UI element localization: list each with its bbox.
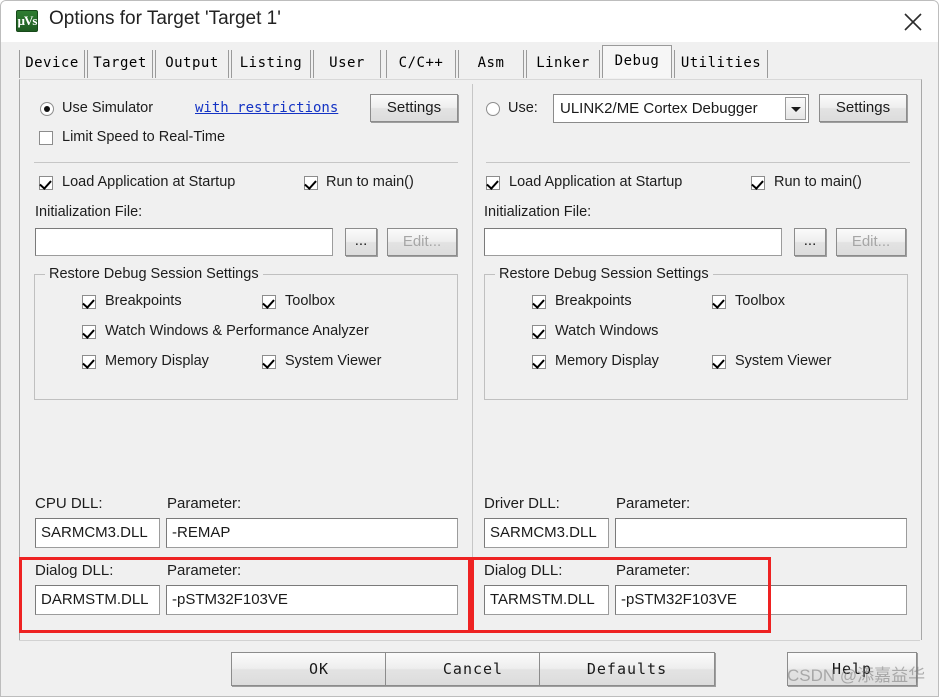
right-breakpoints-checkbox[interactable]: [532, 295, 546, 309]
right-browse-button[interactable]: ...: [794, 228, 826, 256]
right-load-app-label: Load Application at Startup: [509, 174, 683, 190]
left-dialog-parameter-input[interactable]: -pSTM32F103VE: [166, 585, 458, 615]
right-dialog-dll-label: Dialog DLL:: [484, 562, 563, 579]
tab-utilities[interactable]: Utilities: [674, 50, 768, 78]
uvision-icon-glyph: µVs: [17, 13, 38, 28]
debugger-settings-button[interactable]: Settings: [819, 94, 907, 122]
left-restore-session-group: Restore Debug Session Settings Breakpoin…: [34, 266, 458, 400]
right-init-file-label: Initialization File:: [484, 204, 592, 220]
right-system-viewer-checkbox[interactable]: [712, 355, 726, 369]
window-title: Options for Target 'Target 1': [49, 8, 281, 29]
right-init-file-input[interactable]: [484, 228, 782, 256]
left-init-file-label: Initialization File:: [35, 204, 143, 220]
right-dialog-parameter-label: Parameter:: [616, 562, 691, 579]
left-load-app-checkbox[interactable]: [39, 176, 53, 190]
debugger-select-value: ULINK2/ME Cortex Debugger: [560, 100, 758, 117]
left-dialog-parameter-label: Parameter:: [167, 562, 242, 579]
cpu-dll-input[interactable]: SARMCM3.DLL: [35, 518, 160, 548]
driver-parameter-label: Parameter:: [616, 495, 691, 512]
right-run-to-main-label: Run to main(): [774, 174, 862, 190]
right-edit-button: Edit...: [836, 228, 906, 256]
uvision-icon: µVs: [16, 10, 38, 32]
ok-button[interactable]: OK: [231, 652, 407, 686]
debugger-select[interactable]: ULINK2/ME Cortex Debugger: [553, 94, 809, 123]
tab-debug[interactable]: Debug: [602, 45, 672, 78]
use-simulator-radio[interactable]: [40, 102, 54, 116]
left-edit-button: Edit...: [387, 228, 457, 256]
limit-speed-label: Limit Speed to Real-Time: [62, 129, 226, 145]
right-memory-display-label: Memory Display: [555, 353, 659, 369]
right-system-viewer-label: System Viewer: [735, 353, 832, 369]
driver-dll-input[interactable]: SARMCM3.DLL: [484, 518, 609, 548]
tab-listing[interactable]: Listing: [231, 50, 311, 78]
cpu-parameter-label: Parameter:: [167, 495, 242, 512]
cpu-parameter-input[interactable]: -REMAP: [166, 518, 458, 548]
left-breakpoints-checkbox[interactable]: [82, 295, 96, 309]
tab-strip: Device Target Output Listing User C/C++ …: [1, 42, 938, 80]
right-watch-windows-label: Watch Windows: [555, 323, 659, 339]
left-system-viewer-label: System Viewer: [285, 353, 382, 369]
left-breakpoints-label: Breakpoints: [105, 293, 182, 309]
right-section-divider: [486, 162, 910, 163]
right-toolbox-label: Toolbox: [735, 293, 785, 309]
with-restrictions-link[interactable]: with restrictions: [195, 100, 338, 116]
tab-linker[interactable]: Linker: [526, 50, 600, 78]
left-section-divider: [34, 162, 458, 163]
left-browse-button[interactable]: ...: [345, 228, 377, 256]
debug-tab-panel: Use Simulator with restrictions Settings…: [19, 79, 922, 641]
cpu-dll-label: CPU DLL:: [35, 495, 103, 512]
panel-divider: [472, 84, 473, 632]
left-memory-display-checkbox[interactable]: [82, 355, 96, 369]
right-load-app-checkbox[interactable]: [486, 176, 500, 190]
left-run-to-main-checkbox[interactable]: [304, 176, 318, 190]
right-run-to-main-checkbox[interactable]: [751, 176, 765, 190]
help-button[interactable]: Help: [787, 652, 917, 686]
left-restore-session-caption: Restore Debug Session Settings: [45, 266, 263, 282]
close-button[interactable]: [888, 1, 938, 42]
tab-target[interactable]: Target: [87, 50, 153, 78]
use-debugger-radio[interactable]: [486, 102, 500, 116]
left-dialog-dll-input[interactable]: DARMSTM.DLL: [35, 585, 160, 615]
use-simulator-label: Use Simulator: [62, 100, 154, 116]
dialog-button-bar: OK Cancel Defaults Help: [1, 640, 938, 696]
right-restore-session-group: Restore Debug Session Settings Breakpoin…: [484, 266, 908, 400]
tab-c-cpp[interactable]: C/C++: [386, 50, 456, 78]
cancel-button[interactable]: Cancel: [385, 652, 561, 686]
left-dialog-dll-label: Dialog DLL:: [35, 562, 114, 579]
right-dialog-dll-input[interactable]: TARMSTM.DLL: [484, 585, 609, 615]
tab-output[interactable]: Output: [155, 50, 229, 78]
options-dialog: µVs Options for Target 'Target 1' Device…: [0, 0, 939, 697]
right-restore-session-caption: Restore Debug Session Settings: [495, 266, 713, 282]
limit-speed-checkbox[interactable]: [39, 131, 53, 145]
chevron-down-icon[interactable]: [785, 97, 806, 120]
right-memory-display-checkbox[interactable]: [532, 355, 546, 369]
left-watch-windows-checkbox[interactable]: [82, 325, 96, 339]
driver-dll-label: Driver DLL:: [484, 495, 560, 512]
right-dialog-parameter-input[interactable]: -pSTM32F103VE: [615, 585, 907, 615]
tab-user[interactable]: User: [313, 50, 381, 78]
left-load-app-label: Load Application at Startup: [62, 174, 236, 190]
right-toolbox-checkbox[interactable]: [712, 295, 726, 309]
left-init-file-input[interactable]: [35, 228, 333, 256]
simulator-settings-button[interactable]: Settings: [370, 94, 458, 122]
use-debugger-label: Use:: [508, 100, 538, 116]
left-watch-windows-label: Watch Windows & Performance Analyzer: [105, 323, 369, 339]
tab-asm[interactable]: Asm: [458, 50, 524, 78]
left-toolbox-label: Toolbox: [285, 293, 335, 309]
right-watch-windows-checkbox[interactable]: [532, 325, 546, 339]
right-breakpoints-label: Breakpoints: [555, 293, 632, 309]
left-run-to-main-label: Run to main(): [326, 174, 414, 190]
defaults-button[interactable]: Defaults: [539, 652, 715, 686]
left-system-viewer-checkbox[interactable]: [262, 355, 276, 369]
close-icon: [904, 13, 922, 31]
tab-device[interactable]: Device: [19, 50, 85, 78]
driver-parameter-input[interactable]: [615, 518, 907, 548]
left-memory-display-label: Memory Display: [105, 353, 209, 369]
left-toolbox-checkbox[interactable]: [262, 295, 276, 309]
title-bar: µVs Options for Target 'Target 1': [1, 1, 938, 42]
